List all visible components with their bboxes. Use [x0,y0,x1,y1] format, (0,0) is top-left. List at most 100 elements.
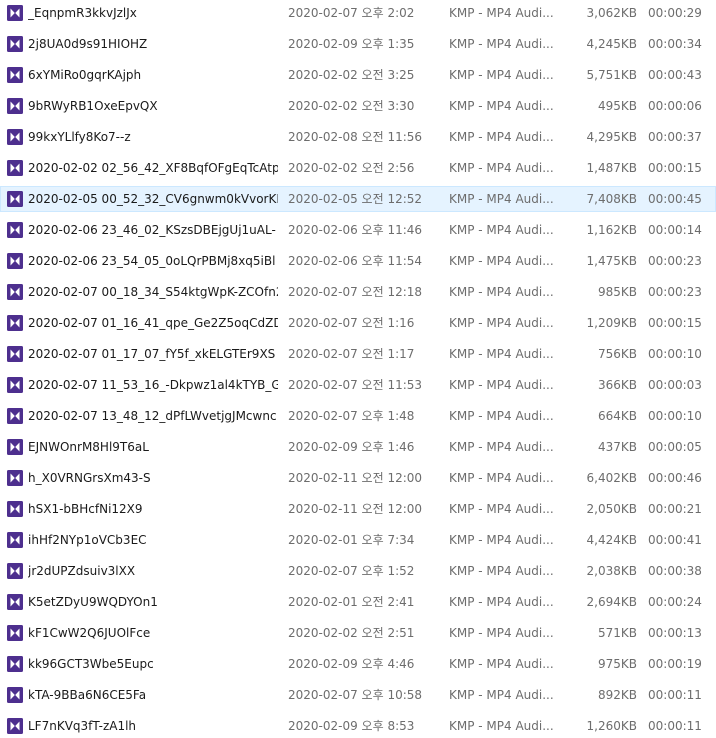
kmp-media-file-icon [7,377,23,393]
file-name: ihHf2NYp1oVCb3EC [28,533,147,547]
file-name: 2020-02-07 01_17_07_fY5f_xkELGTEr9XS [28,347,276,361]
file-size: 985KB [597,285,637,299]
media-length: 00:00:11 [648,688,702,702]
file-row[interactable]: kk96GCT3Wbe5Eupc 2020-02-09 오후 4:46 KMP … [0,651,716,677]
kmp-media-file-icon [7,563,23,579]
file-row[interactable]: 6xYMiRo0gqrKAjph 2020-02-02 오전 3:25 KMP … [0,62,716,88]
media-length: 00:00:34 [648,37,702,51]
date-modified: 2020-02-06 오후 11:46 [288,223,423,237]
date-modified: 2020-02-11 오전 12:00 [288,502,423,516]
media-length: 00:00:21 [648,502,702,516]
file-row[interactable]: _EqnpmR3kkvJzlJx 2020-02-07 오후 2:02 KMP … [0,0,716,26]
file-size: 2,050KB [586,502,637,516]
date-modified: 2020-02-02 오전 3:25 [288,68,415,82]
file-row[interactable]: 2020-02-07 13_48_12_dPfLWvetjgJMcwnc 202… [0,403,716,429]
kmp-media-file-icon [7,98,23,114]
media-length: 00:00:23 [648,254,702,268]
file-type: KMP - MP4 Audi... [449,471,554,485]
kmp-media-file-icon [7,129,23,145]
file-row[interactable]: 2020-02-07 11_53_16_-Dkpwz1al4kTYB_G 202… [0,372,716,398]
file-row[interactable]: h_X0VRNGrsXm43-S 2020-02-11 오전 12:00 KMP… [0,465,716,491]
file-size: 664KB [597,409,637,423]
file-row[interactable]: K5etZDyU9WQDYOn1 2020-02-01 오전 2:41 KMP … [0,589,716,615]
date-modified: 2020-02-06 오후 11:54 [288,254,423,268]
file-size: 2,038KB [586,564,637,578]
file-type: KMP - MP4 Audi... [449,688,554,702]
media-length: 00:00:23 [648,285,702,299]
file-name: 99kxYLlfy8Ko7--z [28,130,131,144]
date-modified: 2020-02-08 오전 11:56 [288,130,423,144]
media-length: 00:00:45 [648,192,702,206]
file-name: 2020-02-05 00_52_32_CV6gnwm0kVvorKLO [28,192,278,206]
file-row[interactable]: LF7nKVq3fT-zA1lh 2020-02-09 오후 8:53 KMP … [0,713,716,738]
file-type: KMP - MP4 Audi... [449,564,554,578]
file-size: 4,424KB [586,533,637,547]
file-row[interactable]: 2020-02-07 00_18_34_S54ktgWpK-ZCOfn2 202… [0,279,716,305]
date-modified: 2020-02-11 오전 12:00 [288,471,423,485]
kmp-media-file-icon [7,67,23,83]
file-row[interactable]: 2020-02-06 23_54_05_0oLQrPBMj8xq5iBl 202… [0,248,716,274]
file-row[interactable]: EJNWOnrM8Hl9T6aL 2020-02-09 오후 1:46 KMP … [0,434,716,460]
file-name: kF1CwW2Q6JUOlFce [28,626,151,640]
media-length: 00:00:15 [648,316,702,330]
media-length: 00:00:10 [648,409,702,423]
file-row[interactable]: kF1CwW2Q6JUOlFce 2020-02-02 오전 2:51 KMP … [0,620,716,646]
kmp-media-file-icon [7,346,23,362]
file-name: 2020-02-07 13_48_12_dPfLWvetjgJMcwnc [28,409,277,423]
file-type: KMP - MP4 Audi... [449,68,554,82]
file-size: 1,487KB [586,161,637,175]
file-size: 975KB [597,657,637,671]
file-type: KMP - MP4 Audi... [449,161,554,175]
file-name: 9bRWyRB1OxeEpvQX [28,99,158,113]
file-row[interactable]: 9bRWyRB1OxeEpvQX 2020-02-02 오전 3:30 KMP … [0,93,716,119]
file-name: K5etZDyU9WQDYOn1 [28,595,158,609]
kmp-media-file-icon [7,501,23,517]
kmp-media-file-icon [7,191,23,207]
file-name: 2020-02-02 02_56_42_XF8BqfOFgEqTcAtp [28,161,278,175]
file-name: 2020-02-07 11_53_16_-Dkpwz1al4kTYB_G [28,378,278,392]
file-size: 495KB [597,99,637,113]
date-modified: 2020-02-09 오후 1:35 [288,37,415,51]
file-name: hSX1-bBHcfNi12X9 [28,502,143,516]
file-row[interactable]: 2020-02-07 01_17_07_fY5f_xkELGTEr9XS 202… [0,341,716,367]
file-name: 2020-02-06 23_46_02_KSzsDBEjgUj1uAL- [28,223,276,237]
file-name: 2020-02-06 23_54_05_0oLQrPBMj8xq5iBl [28,254,276,268]
file-row[interactable]: kTA-9BBa6N6CE5Fa 2020-02-07 오후 10:58 KMP… [0,682,716,708]
date-modified: 2020-02-07 오전 1:16 [288,316,415,330]
file-row[interactable]: hSX1-bBHcfNi12X9 2020-02-11 오전 12:00 KMP… [0,496,716,522]
date-modified: 2020-02-07 오전 1:17 [288,347,415,361]
file-type: KMP - MP4 Audi... [449,254,554,268]
file-row[interactable]: 2020-02-07 01_16_41_qpe_Ge2Z5oqCdZDH 202… [0,310,716,336]
file-type: KMP - MP4 Audi... [449,502,554,516]
file-size: 7,408KB [586,192,637,206]
file-name: 6xYMiRo0gqrKAjph [28,68,142,82]
file-row[interactable]: ihHf2NYp1oVCb3EC 2020-02-01 오후 7:34 KMP … [0,527,716,553]
file-name: kTA-9BBa6N6CE5Fa [28,688,147,702]
file-row[interactable]: 99kxYLlfy8Ko7--z 2020-02-08 오전 11:56 KMP… [0,124,716,150]
file-name: _EqnpmR3kkvJzlJx [28,6,137,20]
media-length: 00:00:15 [648,161,702,175]
date-modified: 2020-02-02 오전 3:30 [288,99,415,113]
file-size: 571KB [597,626,637,640]
file-type: KMP - MP4 Audi... [449,99,554,113]
file-type: KMP - MP4 Audi... [449,192,554,206]
kmp-media-file-icon [7,470,23,486]
kmp-media-file-icon [7,36,23,52]
media-length: 00:00:11 [648,719,702,733]
file-row[interactable]: 2020-02-05 00_52_32_CV6gnwm0kVvorKLO 202… [0,186,716,212]
media-length: 00:00:41 [648,533,702,547]
media-length: 00:00:24 [648,595,702,609]
file-size: 6,402KB [586,471,637,485]
file-name: 2020-02-07 01_16_41_qpe_Ge2Z5oqCdZDH [28,316,278,330]
date-modified: 2020-02-02 오전 2:51 [288,626,415,640]
file-type: KMP - MP4 Audi... [449,533,554,547]
file-size: 1,209KB [586,316,637,330]
file-row[interactable]: 2j8UA0d9s91HIOHZ 2020-02-09 오후 1:35 KMP … [0,31,716,57]
file-name: 2020-02-07 00_18_34_S54ktgWpK-ZCOfn2 [28,285,278,299]
file-row[interactable]: 2020-02-02 02_56_42_XF8BqfOFgEqTcAtp 202… [0,155,716,181]
file-row[interactable]: 2020-02-06 23_46_02_KSzsDBEjgUj1uAL- 202… [0,217,716,243]
media-length: 00:00:06 [648,99,702,113]
file-row[interactable]: jr2dUPZdsuiv3lXX 2020-02-07 오후 1:52 KMP … [0,558,716,584]
kmp-media-file-icon [7,315,23,331]
media-length: 00:00:43 [648,68,702,82]
